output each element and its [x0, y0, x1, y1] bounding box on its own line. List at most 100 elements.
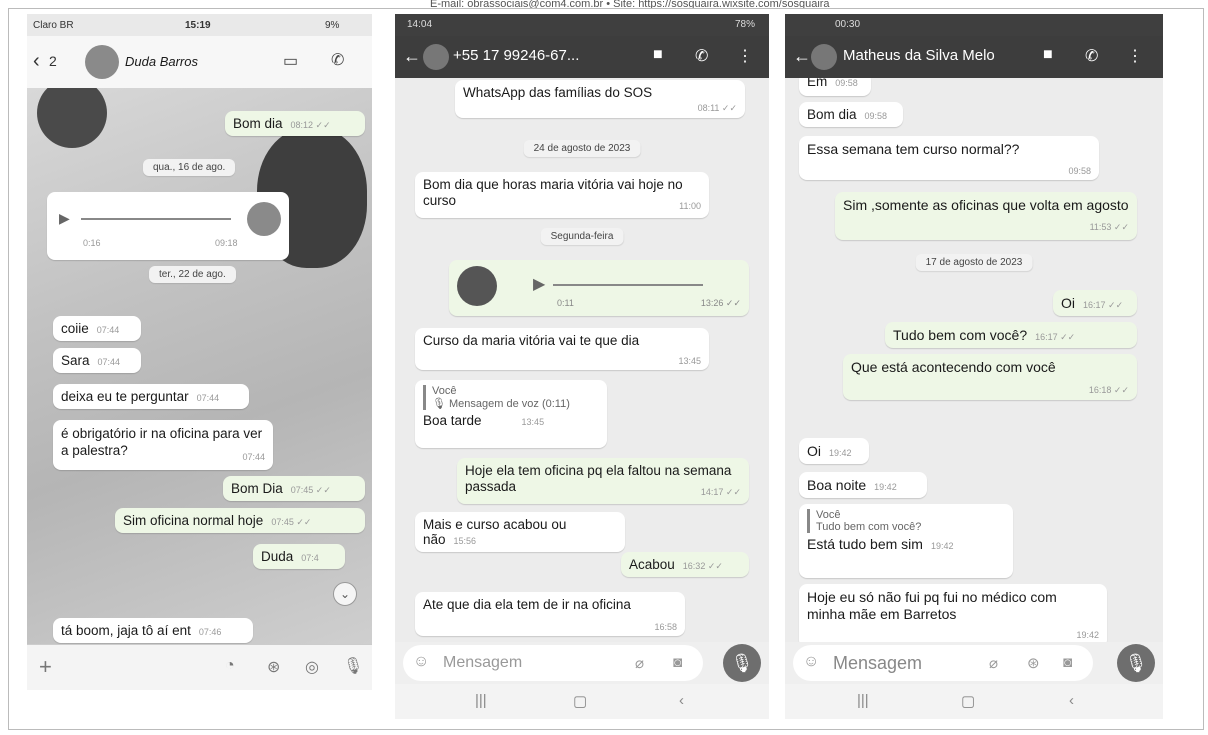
message-bubble: Sim oficina normal hoje 07:45 ✓✓ [115, 508, 365, 533]
audio-elapsed: 0:16 [83, 238, 101, 248]
more-options-icon[interactable]: ⋮ [737, 46, 753, 66]
contact-name[interactable]: Matheus da Silva Melo [843, 47, 995, 64]
play-icon[interactable]: ▶ [533, 274, 545, 294]
quoted-message[interactable]: Você 🎙 Mensagem de voz (0:11) [423, 385, 599, 410]
status-bar: 00:30 [785, 14, 1163, 36]
avatar[interactable] [85, 45, 119, 79]
contact-name[interactable]: +55 17 99246-67... [453, 47, 579, 64]
message-bubble: coiie 07:44 [53, 316, 141, 341]
input-bar: + ◔ ⊛ ◎ 🎙 [27, 644, 372, 690]
emoji-icon[interactable]: ☺ [413, 653, 429, 671]
sticker-icon[interactable]: ◔ [225, 657, 235, 675]
message-bubble: Bom Dia 07:45 ✓✓ [223, 476, 365, 501]
screenshot-phone-contact: 14:04 78% ← +55 17 99246-67... ■ ✆ ⋮ Wha… [395, 14, 769, 719]
video-call-icon[interactable]: ▭ [283, 51, 298, 71]
attach-icon[interactable]: ⌀ [989, 654, 998, 672]
chat-area: Em 09:58 Bom dia 09:58 Essa semana tem cur… [785, 78, 1163, 642]
screenshot-duda-barros: Claro BR 15:19 9% ‹ 2 Duda Barros ▭ ✆ Bo… [27, 14, 372, 690]
chat-area: WhatsApp das famílias do SOS 08:11 ✓✓ 24 … [395, 78, 769, 642]
back-count[interactable]: 2 [49, 53, 57, 69]
clock: 15:19 [185, 20, 211, 31]
message-bubble: Em 09:58 [799, 78, 871, 96]
message-bubble: Hoje eu só não fui pq fui no médico com … [799, 584, 1107, 642]
message-bubble: Que está acontecendo com você 16:18 ✓✓ [843, 354, 1137, 400]
phone-call-icon[interactable]: ✆ [1085, 46, 1098, 66]
attach-icon[interactable]: ⌀ [635, 654, 644, 672]
contact-name[interactable]: Duda Barros [125, 54, 198, 69]
message-bubble: Curso da maria vitória vai te que dia 13:… [415, 328, 709, 370]
status-bar: 14:04 78% [395, 14, 769, 36]
message-input[interactable]: ☺ Mensagem ⌀ ◙ [403, 645, 703, 681]
message-bubble: Bom dia que horas maria vitória vai hoje… [415, 172, 709, 218]
quoted-reply: Você 🎙 Mensagem de voz (0:11) Boa tarde 13… [415, 380, 607, 448]
video-call-icon[interactable]: ■ [653, 46, 663, 64]
video-call-icon[interactable]: ■ [1043, 46, 1053, 64]
chat-header: ‹ 2 Duda Barros ▭ ✆ [27, 36, 372, 89]
date-divider: 17 de agosto de 2023 [915, 254, 1033, 271]
audio-waveform [553, 284, 703, 286]
chat-header: ← Matheus da Silva Melo ■ ✆ ⋮ [785, 36, 1163, 78]
audio-waveform [81, 218, 231, 220]
recents-icon[interactable]: ||| [857, 692, 869, 709]
message-bubble: Ate que dia ela tem de ir na oficina 16:5… [415, 592, 685, 636]
quoted-reply: Você Tudo bem com você? Está tudo bem sim… [799, 504, 1013, 578]
carrier: Claro BR [33, 20, 74, 31]
avatar[interactable] [811, 44, 837, 70]
message-bubble: Boa noite 19:42 [799, 472, 927, 498]
plus-icon[interactable]: + [39, 654, 52, 680]
payment-icon[interactable]: ⊛ [267, 657, 280, 677]
clock: 14:04 [407, 19, 433, 30]
message-time: 13:26 ✓✓ [700, 298, 741, 308]
emoji-icon[interactable]: ☺ [803, 653, 819, 671]
message-placeholder: Mensagem [833, 653, 923, 673]
microphone-icon[interactable]: 🎙 [343, 656, 363, 676]
input-bar: ☺ Mensagem ⌀ ◙ 🎙 [395, 642, 769, 684]
back-chevron-icon[interactable]: ‹ [33, 50, 40, 73]
battery-level: 9% [325, 20, 340, 31]
clock: 00:30 [835, 19, 861, 30]
date-divider: Segunda-feira [540, 228, 624, 245]
date-divider: qua., 16 de ago. [143, 159, 236, 176]
message-bubble: Hoje ela tem oficina pq ela faltou na se… [457, 458, 749, 504]
message-bubble: Essa semana tem curso normal?? 09:58 [799, 136, 1099, 180]
voice-message: ▶ 0:16 09:18 [47, 192, 289, 260]
input-bar: ☺ Mensagem ⌀ ⊛ ◙ 🎙 [785, 642, 1163, 684]
message-bubble: Bom dia 08:12 ✓✓ [225, 111, 365, 136]
scroll-down-icon[interactable]: ⌄ [333, 582, 357, 606]
message-bubble: deixa eu te perguntar 07:44 [53, 384, 249, 409]
home-icon[interactable]: ▢ [573, 692, 587, 710]
avatar[interactable] [423, 44, 449, 70]
message-placeholder: Mensagem [443, 654, 523, 671]
screenshot-matheus: 00:30 ← Matheus da Silva Melo ■ ✆ ⋮ Em 09… [785, 14, 1163, 719]
payment-icon[interactable]: ⊛ [1027, 654, 1040, 672]
camera-icon[interactable]: ◙ [1063, 654, 1072, 671]
message-bubble: Sara 07:44 [53, 348, 141, 373]
back-arrow-icon[interactable]: ← [793, 46, 811, 67]
message-bubble: Oi 16:17 ✓✓ [1053, 290, 1137, 316]
camera-icon[interactable]: ◎ [305, 657, 319, 677]
wallpaper-photo [37, 88, 107, 148]
more-options-icon[interactable]: ⋮ [1127, 46, 1143, 66]
message-time: 09:18 [215, 238, 238, 248]
back-nav-icon[interactable]: ‹ [1069, 692, 1074, 709]
microphone-button[interactable]: 🎙 [1117, 644, 1155, 682]
back-nav-icon[interactable]: ‹ [679, 692, 684, 709]
message-bubble: Mais e curso acabou ou não 15:56 [415, 512, 625, 552]
microphone-button[interactable]: 🎙 [723, 644, 761, 682]
phone-call-icon[interactable]: ✆ [331, 50, 344, 70]
message-bubble: Acabou 16:32 ✓✓ [621, 552, 749, 577]
home-icon[interactable]: ▢ [961, 692, 975, 710]
quoted-message[interactable]: Você Tudo bem com você? [807, 509, 1005, 533]
audio-elapsed: 0:11 [557, 298, 574, 308]
recents-icon[interactable]: ||| [475, 692, 487, 709]
play-icon[interactable]: ▶ [59, 210, 70, 227]
message-input[interactable]: ☺ Mensagem ⌀ ⊛ ◙ [793, 645, 1093, 681]
back-arrow-icon[interactable]: ← [403, 46, 421, 67]
avatar [457, 266, 497, 306]
avatar [247, 202, 281, 236]
phone-call-icon[interactable]: ✆ [695, 46, 708, 66]
chat-header: ← +55 17 99246-67... ■ ✆ ⋮ [395, 36, 769, 78]
camera-icon[interactable]: ◙ [673, 654, 682, 671]
voice-message: ▶ 0:11 13:26 ✓✓ [449, 260, 749, 316]
chat-area: Bom dia 08:12 ✓✓ qua., 16 de ago. ▶ 0:16 … [27, 88, 372, 644]
